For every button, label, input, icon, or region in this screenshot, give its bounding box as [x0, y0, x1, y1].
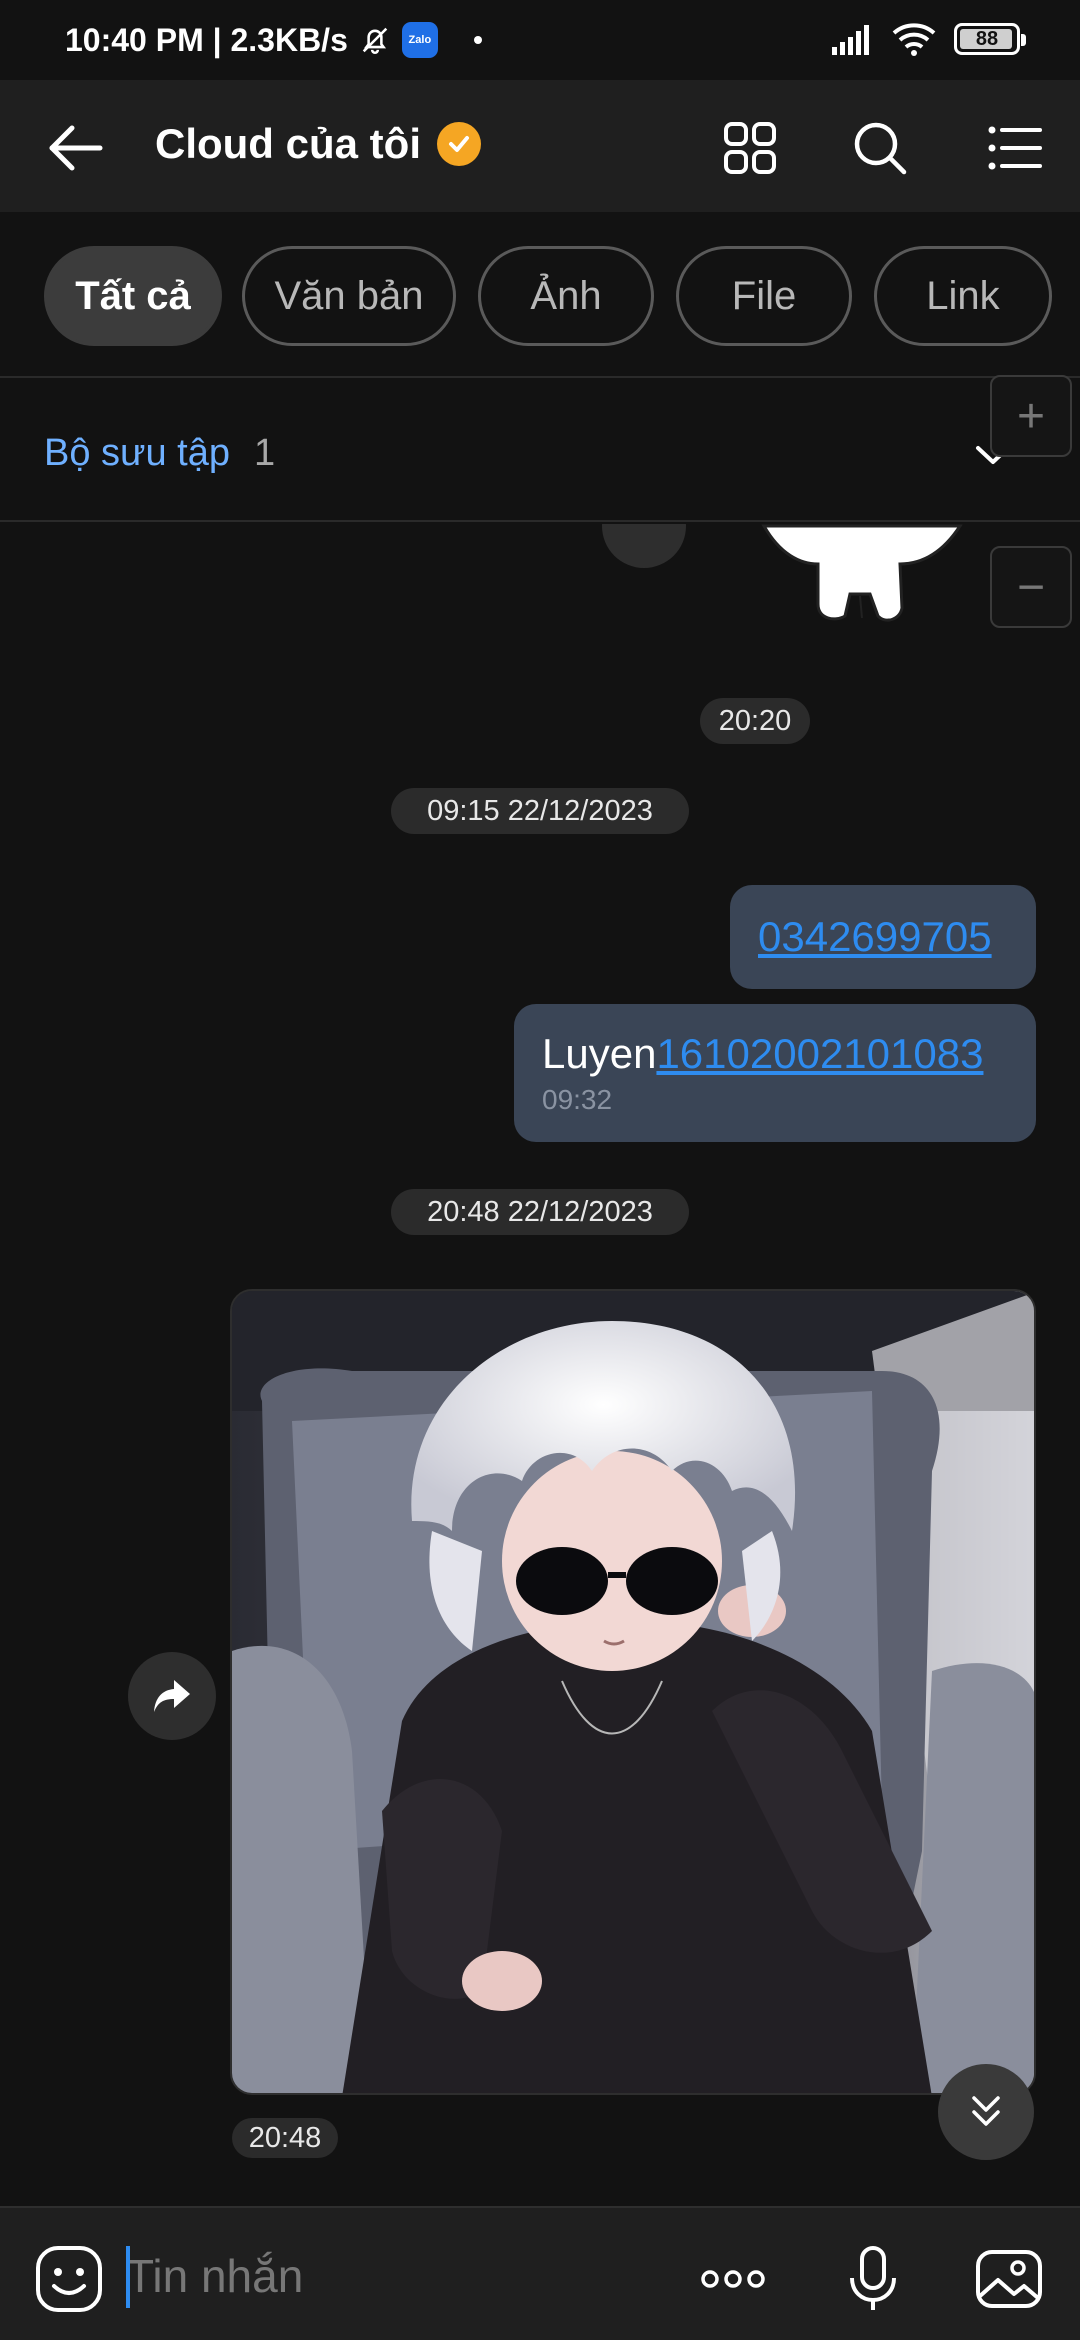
- image-gallery-icon[interactable]: [974, 2244, 1044, 2314]
- photo-time: 20:48: [232, 2118, 338, 2158]
- collection-count: 1: [254, 432, 276, 474]
- chat-area[interactable]: 20:20 09:15 22/12/2023 0342699705 Luyen1…: [0, 524, 1080, 2206]
- emoji-icon[interactable]: [34, 2244, 104, 2314]
- text-cursor: [126, 2246, 130, 2308]
- header: Cloud của tôi: [0, 80, 1080, 212]
- filter-chip-photo[interactable]: Ảnh: [478, 246, 654, 346]
- more-options-icon[interactable]: [698, 2244, 768, 2314]
- filter-chip-text[interactable]: Văn bản: [242, 246, 456, 346]
- status-left: 10:40 PM | 2.3KB/s Zalo: [65, 22, 482, 59]
- sticker-image[interactable]: [760, 524, 990, 624]
- message-bubble[interactable]: 0342699705: [730, 885, 1036, 989]
- anime-boy-image: [232, 1291, 1034, 2093]
- status-bar: 10:40 PM | 2.3KB/s Zalo 88: [0, 0, 1080, 80]
- notification-dot: [473, 36, 482, 44]
- battery-icon: 88: [954, 23, 1026, 55]
- status-time-speed: 10:40 PM | 2.3KB/s: [65, 21, 348, 58]
- scroll-to-bottom-button[interactable]: [938, 2064, 1034, 2160]
- page-title: Cloud của tôi: [155, 120, 421, 167]
- microphone-icon[interactable]: [838, 2244, 908, 2314]
- filter-tabs: Tất cả Văn bản Ảnh File Link: [0, 212, 1080, 378]
- collection-bar[interactable]: Bộ sưu tập 1: [0, 380, 1080, 522]
- double-chevron-down-icon: [972, 2096, 1000, 2126]
- filter-chip-all[interactable]: Tất cả: [44, 246, 222, 346]
- title-wrap[interactable]: Cloud của tôi: [155, 120, 481, 168]
- zoom-in-button[interactable]: +: [990, 375, 1072, 457]
- search-icon[interactable]: [848, 116, 912, 180]
- back-arrow-icon[interactable]: [40, 118, 110, 178]
- time-label: 20:20: [700, 698, 810, 744]
- phone-link[interactable]: 0342699705: [758, 913, 992, 961]
- status-right: 88: [832, 22, 1026, 56]
- zalo-app-icon: Zalo: [401, 22, 438, 58]
- zoom-out-button[interactable]: −: [990, 546, 1072, 628]
- battery-level: 88: [975, 27, 999, 50]
- date-divider: 20:48 22/12/2023: [391, 1189, 689, 1235]
- forward-button[interactable]: [128, 1652, 216, 1740]
- date-divider: 09:15 22/12/2023: [391, 788, 689, 834]
- grid-icon[interactable]: [718, 116, 782, 180]
- message-time: 09:32: [542, 1084, 613, 1115]
- signal-icon: [832, 25, 869, 55]
- message-text: Luyen: [542, 1030, 657, 1077]
- reaction-circle[interactable]: [602, 524, 686, 568]
- filter-chip-file[interactable]: File: [676, 246, 852, 346]
- collection-label: Bộ sưu tập: [44, 432, 230, 474]
- list-menu-icon[interactable]: [982, 116, 1046, 180]
- mute-bell-icon: [362, 27, 388, 54]
- wifi-icon: [892, 23, 936, 56]
- photo-message[interactable]: [230, 1289, 1036, 2095]
- input-bar: [0, 2206, 1080, 2340]
- verified-badge-icon: [437, 122, 481, 166]
- forward-arrow-icon: [154, 1680, 190, 1712]
- filter-chip-link[interactable]: Link: [874, 246, 1052, 346]
- account-link[interactable]: 16102002101083: [656, 1030, 983, 1077]
- message-input[interactable]: [126, 2244, 666, 2308]
- message-bubble[interactable]: Luyen16102002101083 09:32: [514, 1004, 1036, 1142]
